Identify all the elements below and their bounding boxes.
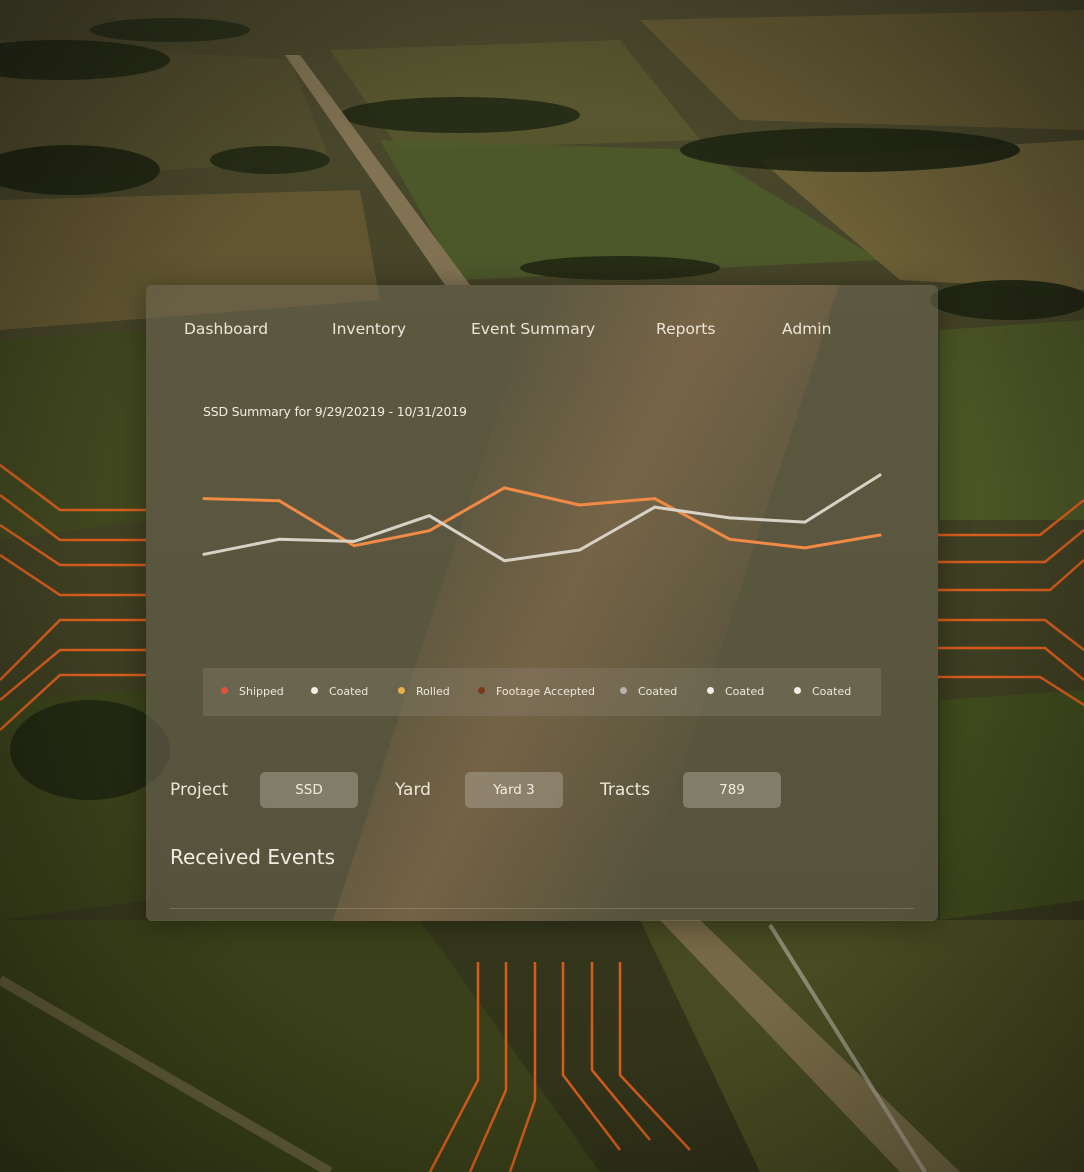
series-2-point [653, 505, 657, 509]
legend-label: Rolled [416, 685, 450, 698]
yard-select[interactable]: Yard 3 [465, 772, 563, 808]
project-select[interactable]: SSD [260, 772, 358, 808]
legend-dot-coated [311, 687, 318, 694]
legend-item-rolled[interactable]: Rolled [398, 685, 450, 698]
series-2-point [878, 473, 882, 477]
series-2-point [202, 552, 206, 556]
legend-label: Coated [329, 685, 369, 698]
tracts-label: Tracts [600, 780, 651, 800]
legend-dot-footage-accepted [478, 687, 485, 694]
legend-dot-coated-2 [620, 687, 627, 694]
legend-label: Coated [725, 685, 765, 698]
legend-label: Coated [638, 685, 678, 698]
series-1-point [728, 537, 732, 541]
series-2-point [502, 559, 506, 563]
series-1-point [427, 529, 431, 533]
yard-label: Yard [395, 780, 431, 800]
legend-dot-coated-4 [794, 687, 801, 694]
series-2-point [277, 537, 281, 541]
divider [170, 908, 914, 909]
series-2-point [803, 520, 807, 524]
legend-item-shipped[interactable]: Shipped [221, 685, 284, 698]
line-chart [202, 473, 882, 563]
series-2-point [578, 548, 582, 552]
legend-dot-coated-3 [707, 687, 714, 694]
legend-item-coated-3[interactable]: Coated [707, 685, 764, 698]
project-label: Project [170, 780, 229, 800]
series-1-point [352, 544, 356, 548]
series-1-point [502, 486, 506, 490]
legend-dot-shipped [221, 687, 228, 694]
chart-legend: Shipped Coated Rolled Footage Accepted C… [203, 668, 881, 716]
series-1-point [202, 497, 206, 501]
received-events-title: Received Events [170, 845, 336, 869]
legend-dot-rolled [398, 687, 405, 694]
series-1-point [878, 533, 882, 537]
series-1-point [803, 546, 807, 550]
legend-label: Coated [812, 685, 852, 698]
series-1-point [277, 499, 281, 503]
legend-label: Footage Accepted [496, 685, 595, 698]
dashboard-panel: Dashboard Inventory Event Summary Report… [146, 285, 938, 921]
legend-label: Shipped [239, 685, 284, 698]
legend-item-coated-2[interactable]: Coated [620, 685, 677, 698]
tracts-select[interactable]: 789 [683, 772, 781, 808]
series-2-point [427, 514, 431, 518]
series-1-point [578, 503, 582, 507]
legend-item-coated[interactable]: Coated [311, 685, 368, 698]
series-1-point [653, 497, 657, 501]
series-2-point [352, 539, 356, 543]
legend-item-footage-accepted[interactable]: Footage Accepted [478, 685, 595, 698]
series-2-point [728, 516, 732, 520]
legend-item-coated-4[interactable]: Coated [794, 685, 851, 698]
